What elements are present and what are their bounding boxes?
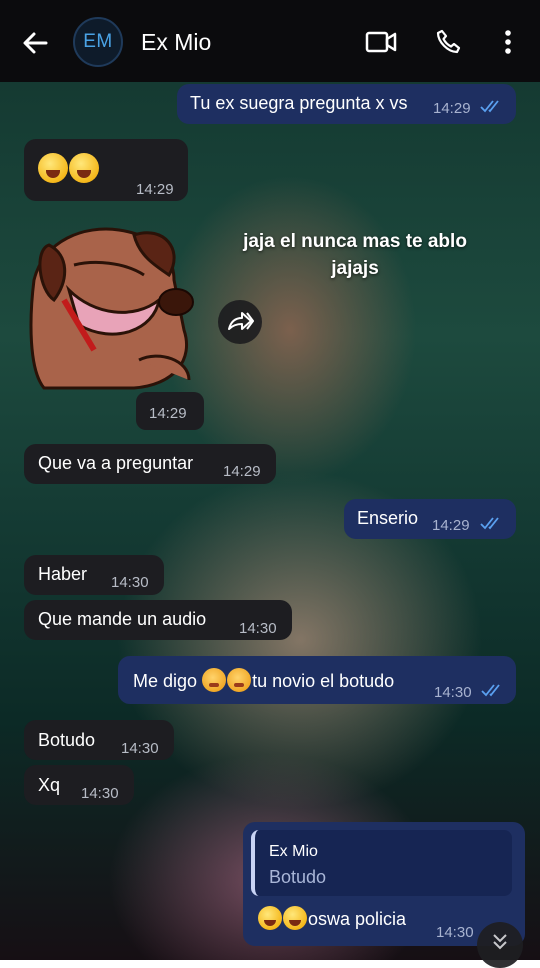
message-incoming[interactable]: Que va a preguntar 14:29 xyxy=(24,444,276,484)
message-emojis xyxy=(38,153,100,183)
contact-name[interactable]: Ex Mio xyxy=(141,29,211,56)
message-text: oswa policia xyxy=(258,906,406,930)
message-text: Que va a preguntar xyxy=(38,453,194,473)
message-time: 14:30 xyxy=(436,924,474,941)
photo-caption-overlay: jaja el nunca mas te ablo jajajs xyxy=(243,231,467,279)
message-incoming[interactable]: 14:29 xyxy=(24,139,188,201)
message-text: Que mande un audio xyxy=(38,609,207,629)
scroll-to-bottom-button[interactable] xyxy=(477,922,523,968)
read-ticks-icon xyxy=(480,100,499,113)
message-outgoing[interactable]: Enserio 14:29 xyxy=(344,499,516,539)
sticker-message[interactable]: 14:29 xyxy=(24,220,209,430)
message-incoming[interactable]: Botudo 14:30 xyxy=(24,720,174,760)
back-arrow-icon[interactable] xyxy=(20,28,50,58)
message-text: Tu ex suegra pregunta x vs xyxy=(190,93,408,113)
message-text-before: Me digo xyxy=(133,671,198,691)
message-time: 14:30 xyxy=(111,574,149,591)
phone-icon[interactable] xyxy=(433,26,465,58)
message-text-body: oswa policia xyxy=(308,909,407,929)
quoted-author: Ex Mio xyxy=(269,843,318,860)
forward-icon[interactable] xyxy=(218,300,262,344)
rolling-on-floor-laughing-icon xyxy=(258,906,282,930)
face-with-tears-of-joy-icon xyxy=(69,153,99,183)
message-incoming[interactable]: Que mande un audio 14:30 xyxy=(24,600,292,640)
message-time: 14:30 xyxy=(239,620,277,637)
chat-header: EM Ex Mio xyxy=(0,0,540,82)
shy-face-icon xyxy=(202,668,227,692)
message-time: 14:29 xyxy=(223,463,261,480)
message-time: 14:29 xyxy=(136,181,174,198)
video-call-icon[interactable] xyxy=(365,26,397,58)
message-text: Me digo tu novio el botudo xyxy=(133,668,394,692)
message-outgoing[interactable]: Tu ex suegra pregunta x vs 14:29 xyxy=(177,84,516,124)
message-time: 14:30 xyxy=(81,785,119,802)
message-outgoing-reply[interactable]: Ex Mio Botudo oswa policia 14:30 xyxy=(243,822,525,946)
laughing-cartoon-dog-sticker xyxy=(29,227,194,390)
message-text: Haber xyxy=(38,564,88,584)
message-outgoing[interactable]: Me digo tu novio el botudo 14:30 xyxy=(118,656,516,704)
rolling-on-floor-laughing-icon xyxy=(283,906,307,930)
message-incoming[interactable]: Xq 14:30 xyxy=(24,765,134,805)
message-time: 14:29 xyxy=(432,517,470,534)
quoted-text: Botudo xyxy=(269,867,327,887)
message-time: 14:29 xyxy=(149,405,187,422)
read-ticks-icon xyxy=(480,517,499,530)
message-text: Botudo xyxy=(38,730,96,750)
message-incoming[interactable]: Haber 14:30 xyxy=(24,555,164,595)
message-time: 14:30 xyxy=(121,740,159,757)
shy-face-icon xyxy=(227,668,252,692)
read-ticks-icon xyxy=(481,684,500,697)
message-time: 14:29 xyxy=(433,100,471,117)
avatar[interactable]: EM xyxy=(73,17,123,67)
message-time: 14:30 xyxy=(434,684,472,701)
sticker-time-chip: 14:29 xyxy=(136,392,204,430)
message-text-after: tu novio el botudo xyxy=(252,671,395,691)
more-options-icon[interactable] xyxy=(492,26,524,58)
rolling-on-floor-laughing-icon xyxy=(38,153,68,183)
quoted-message[interactable]: Ex Mio Botudo xyxy=(251,830,512,896)
message-text: Enserio xyxy=(357,508,419,528)
double-chevron-down-icon xyxy=(493,934,507,950)
message-text: Xq xyxy=(38,775,61,795)
